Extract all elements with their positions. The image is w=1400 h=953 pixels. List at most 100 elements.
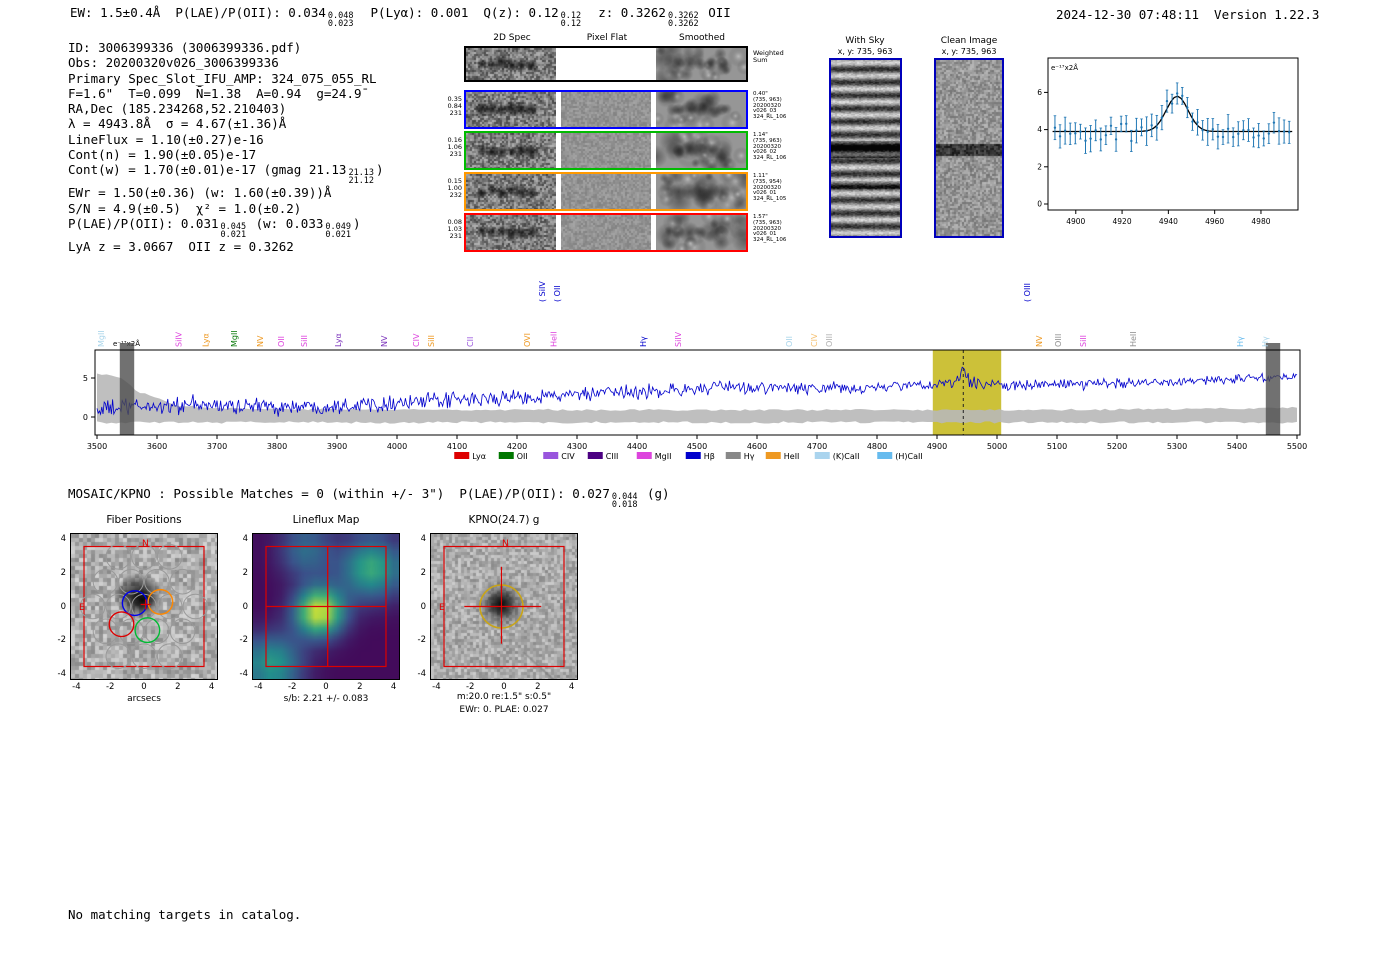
panel-ytick-label: 2 <box>60 567 66 578</box>
spectrum-xtick-label: 3800 <box>267 442 287 451</box>
east-label: E <box>79 603 85 613</box>
panel-ytick-label: -4 <box>239 669 248 680</box>
panel-xtick-label: 0 <box>501 682 507 692</box>
spec2d-strip-noise <box>466 133 556 168</box>
fiber-circles <box>79 544 209 669</box>
spec2d-strip-noise <box>466 215 556 250</box>
info-text: (w: 0.033 <box>248 215 324 231</box>
spec2d-strip-noise <box>466 48 556 80</box>
emission-line-label: ( OII <box>553 285 562 302</box>
info-text: ) <box>376 162 384 178</box>
spec2d-row-annotations: Weighted Sum <box>753 50 799 64</box>
withsky-coords: x, y: 735, 963 <box>837 47 893 56</box>
info-text: Primary Spec_Slot_IFU_AMP: 324_075_055_R… <box>68 70 377 86</box>
legend-swatch <box>877 452 893 459</box>
info-text: LyA z = 3.0667 OII z = 0.3262 <box>68 238 294 254</box>
lineflux-caption: s/b: 2.21 +/- 0.083 <box>283 694 369 704</box>
spec2d-annotation: Sum <box>753 56 768 64</box>
info-text: Cont(w) = 1.70(±0.01)e-17 (gmag 21.13 <box>68 162 347 178</box>
panel-xtick-label: 4 <box>390 682 397 692</box>
legend-swatch <box>587 452 603 459</box>
spec2d-annotation: 1.11" <box>753 173 768 179</box>
spectrum-xtick-label: 4600 <box>747 442 767 451</box>
panel-ytick-label: -2 <box>417 635 426 646</box>
elixer-report-page: EW: 1.5±0.4Å P(LAE)/P(OII): 0.034 0.048 0.… <box>0 0 1400 953</box>
info-text: ID: 3006399336 (3006399336.pdf) <box>68 40 302 55</box>
summary-uncertainty-bounds: 0.048 0.023 <box>327 11 354 29</box>
emission-line-label: Lyα <box>202 333 211 347</box>
zoom-xtick-label: 4960 <box>1205 217 1224 226</box>
spec2d-left-value: 232 <box>449 191 462 199</box>
fiber-xlabel: arcsecs <box>127 694 161 704</box>
timestamp-version: 2024-12-30 07:48:11 Version 1.22.3 <box>1056 7 1320 22</box>
masked-band <box>1265 343 1281 435</box>
zoom-xtick-label: 4900 <box>1066 217 1085 226</box>
panel-xtick-label: -2 <box>465 682 475 692</box>
spec2d-strip-smooth <box>656 48 746 80</box>
panel-xtick-label: -2 <box>287 682 297 692</box>
spectrum-xtick-label: 4200 <box>507 442 527 451</box>
spec2d-strip-smooth <box>656 215 746 250</box>
info-line-1: Obs: 20200320v026_3006399336 <box>68 55 384 70</box>
spectrum-ytick-label: 5 <box>83 374 88 383</box>
emission-line-label: NV <box>380 335 389 347</box>
lineflux-map-panel <box>252 533 400 680</box>
emission-line-label: OIII <box>1054 334 1063 347</box>
legend-swatch <box>454 452 470 459</box>
emission-line-label: Hγ <box>1261 336 1270 347</box>
emission-line-label: Hγ <box>639 336 648 347</box>
clean-image-panel <box>934 58 1004 238</box>
zoom-units-label: e⁻¹⁷x2Å <box>1051 63 1078 72</box>
emission-line-label: CII <box>466 337 475 347</box>
spec2d-col-header-2dspec: 2D Spec <box>493 33 531 43</box>
spec2d-left-value: 0.15 <box>447 177 462 185</box>
spec2d-annotation: 20200320 <box>753 225 781 232</box>
info-line-5: λ = 4943.8Å σ = 4.67(±1.36)Å <box>68 116 384 131</box>
spec2d-strip-smooth <box>656 92 746 127</box>
panel-ytick-label: 0 <box>242 601 248 612</box>
panel-xtick-label: -4 <box>72 682 81 692</box>
east-label: E <box>439 603 445 613</box>
legend-swatch <box>636 452 652 459</box>
info-line-4: RA,Dec (185.234268,52.210403) <box>68 101 384 116</box>
spec2d-annotation: v026_01 <box>753 190 777 197</box>
info-uncertainty-bounds: 0.045 0.021 <box>220 221 247 240</box>
legend-swatch <box>814 452 830 459</box>
panel-ytick-label: -4 <box>417 669 426 680</box>
spec2d-annotation: (735, 963) <box>753 137 782 144</box>
emission-line-label: SiII <box>300 335 309 347</box>
fiber-positions-panel: NE <box>70 533 218 680</box>
legend-label: (H)CaII <box>895 452 922 461</box>
panel-xtick-label: 4 <box>568 682 575 692</box>
clean-image <box>936 60 1002 236</box>
legend-swatch <box>725 452 741 459</box>
spec2d-row-left-labels: 0.35 0.84 231 <box>440 96 462 117</box>
emission-line-label: OIII <box>825 334 834 347</box>
clean-coords: x, y: 735, 963 <box>941 47 997 56</box>
panel-xtick-label: 0 <box>323 682 329 692</box>
spec2d-annotation: 20200320 <box>753 184 781 191</box>
spec2d-strip-noise <box>466 174 556 209</box>
info-line-0: ID: 3006399336 (3006399336.pdf) <box>68 40 384 55</box>
footer-note-1: No matching targets in catalog. <box>68 906 302 922</box>
spectrum-xtick-label: 4300 <box>567 442 587 451</box>
info-text: S/N = 4.9(±0.5) χ² = 1.0(±0.2) <box>68 200 302 216</box>
legend-label: (K)CaII <box>833 452 860 461</box>
spectrum-xtick-label: 3900 <box>327 442 347 451</box>
kpno-cutout-overlay: NE <box>439 539 565 668</box>
info-line-12: LyA z = 3.0667 OII z = 0.3262 <box>68 239 384 254</box>
info-uncertainty-bounds: 21.13 21.12 <box>348 168 375 187</box>
spec2d-strip-flat <box>561 215 651 250</box>
info-line-7: Cont(n) = 1.90(±0.05)e-17 <box>68 147 384 162</box>
summary-stats-line: EW: 1.5±0.4Å P(LAE)/P(OII): 0.034 0.048 0.… <box>70 5 731 28</box>
panel-ytick-label: -2 <box>57 635 66 646</box>
spec2d-left-value: 231 <box>449 109 462 117</box>
spec2d-left-value: 1.00 <box>447 184 462 192</box>
spec2d-annotation: Weighted <box>753 49 784 57</box>
spec2d-row-2 <box>464 131 748 170</box>
zoom-xtick-label: 4980 <box>1251 217 1270 226</box>
spec2d-col-header-pixelflat: Pixel Flat <box>586 33 628 43</box>
spec2d-row-left-labels: 0.16 1.06 231 <box>440 137 462 158</box>
spec2d-left-value: 231 <box>449 232 462 240</box>
panel-ytick-label: 2 <box>420 567 426 578</box>
